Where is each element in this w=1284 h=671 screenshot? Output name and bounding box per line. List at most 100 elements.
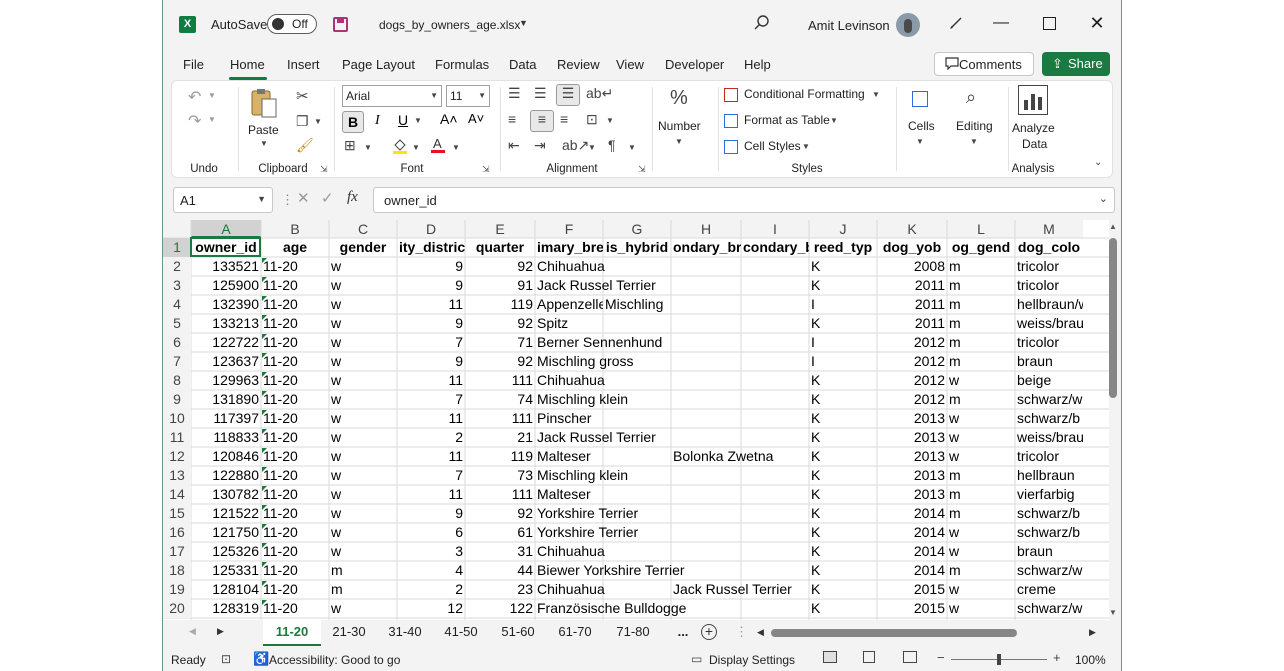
table-cell[interactable]: 119: [465, 295, 535, 314]
table-cell[interactable]: 92: [465, 504, 535, 523]
macro-record-icon[interactable]: ⊡: [221, 652, 231, 666]
table-cell[interactable]: K: [809, 599, 877, 618]
zoom-slider-thumb[interactable]: [997, 654, 1001, 665]
table-cell[interactable]: braun: [1015, 542, 1083, 561]
editing-search-icon[interactable]: ⌕: [966, 87, 976, 108]
table-cell[interactable]: 9: [397, 276, 465, 295]
sheet-tab-41-50[interactable]: 41-50: [435, 620, 487, 644]
decrease-font-icon[interactable]: A˅: [468, 111, 484, 126]
text-direction-dropdown-icon[interactable]: ▼: [628, 143, 636, 152]
row-header[interactable]: 8: [163, 371, 191, 390]
table-cell[interactable]: Chihuahua: [535, 371, 809, 390]
header-cell[interactable]: dog_yob: [877, 238, 947, 257]
table-cell[interactable]: w: [329, 257, 397, 276]
table-cell[interactable]: 11-20: [261, 371, 329, 390]
sheet-tab-71-80[interactable]: 71-80: [607, 620, 659, 644]
table-cell[interactable]: w: [329, 523, 397, 542]
sheet-tab-11-20[interactable]: 11-20: [263, 620, 321, 646]
table-cell[interactable]: creme: [1015, 580, 1083, 599]
underline-icon[interactable]: U: [398, 112, 408, 128]
cells-dropdown-icon[interactable]: ▼: [916, 137, 924, 146]
table-cell[interactable]: vierfarbig: [1015, 485, 1083, 504]
analyze-data-label-1[interactable]: Analyze: [1012, 121, 1055, 135]
minimize-icon[interactable]: —: [991, 14, 1011, 32]
row-header[interactable]: 10: [163, 409, 191, 428]
add-sheet-icon[interactable]: +: [701, 624, 717, 640]
table-cell[interactable]: w: [329, 333, 397, 352]
tab-review[interactable]: Review: [557, 57, 600, 72]
table-cell[interactable]: hellbraun/w: [1015, 295, 1083, 314]
row-header[interactable]: 13: [163, 466, 191, 485]
table-cell[interactable]: 121522: [191, 504, 261, 523]
sheet-tab-31-40[interactable]: 31-40: [379, 620, 431, 644]
font-color-dropdown-icon[interactable]: ▼: [452, 143, 460, 152]
table-cell[interactable]: 2015: [877, 580, 947, 599]
table-cell[interactable]: I: [809, 352, 877, 371]
row-header[interactable]: 11: [163, 428, 191, 447]
orientation-dropdown-icon[interactable]: ▼: [588, 143, 596, 152]
table-cell[interactable]: I: [809, 333, 877, 352]
table-cell[interactable]: 71: [465, 333, 535, 352]
search-icon[interactable]: [753, 14, 771, 37]
align-left-icon[interactable]: ≡: [508, 111, 516, 127]
merge-dropdown-icon[interactable]: ▼: [606, 116, 614, 125]
table-cell[interactable]: braun: [1015, 352, 1083, 371]
table-cell[interactable]: 11: [397, 485, 465, 504]
table-cell[interactable]: 133213: [191, 314, 261, 333]
tab-developer[interactable]: Developer: [665, 57, 724, 72]
tab-file[interactable]: File: [183, 57, 204, 72]
font-size-select[interactable]: 11 ▼: [446, 85, 490, 107]
table-cell[interactable]: m: [329, 580, 397, 599]
table-cell[interactable]: w: [329, 542, 397, 561]
zoom-in-icon[interactable]: +: [1053, 650, 1061, 665]
table-cell[interactable]: m: [947, 257, 1015, 276]
scroll-left-icon[interactable]: ◀: [757, 627, 764, 638]
table-cell[interactable]: Mischling klein: [535, 390, 809, 409]
accessibility-icon[interactable]: ♿: [253, 651, 269, 667]
table-cell[interactable]: 12: [397, 599, 465, 618]
table-cell[interactable]: K: [809, 466, 877, 485]
table-cell[interactable]: Jack Russel Terrier: [535, 428, 809, 447]
table-cell[interactable]: 7: [397, 390, 465, 409]
table-cell[interactable]: 11: [397, 371, 465, 390]
table-cell[interactable]: 2008: [877, 257, 947, 276]
undo-dropdown-icon[interactable]: ▼: [208, 91, 216, 100]
table-cell[interactable]: 128319: [191, 599, 261, 618]
row-header[interactable]: 9: [163, 390, 191, 409]
table-cell[interactable]: 11-20: [261, 390, 329, 409]
table-cell[interactable]: 11-20: [261, 447, 329, 466]
number-dropdown-icon[interactable]: ▼: [675, 137, 683, 146]
table-cell[interactable]: w: [329, 428, 397, 447]
align-bottom-icon[interactable]: ☰: [556, 84, 580, 106]
prev-sheet-icon[interactable]: ◀: [189, 626, 196, 637]
table-cell[interactable]: 11-20: [261, 409, 329, 428]
table-cell[interactable]: 9: [397, 352, 465, 371]
table-cell[interactable]: 123637: [191, 352, 261, 371]
borders-dropdown-icon[interactable]: ▼: [364, 143, 372, 152]
table-cell[interactable]: 2: [397, 580, 465, 599]
table-cell[interactable]: 11-20: [261, 428, 329, 447]
table-cell[interactable]: 2013: [877, 447, 947, 466]
table-cell[interactable]: 11: [397, 409, 465, 428]
table-cell[interactable]: Chihuahua: [535, 257, 809, 276]
table-cell[interactable]: 2013: [877, 485, 947, 504]
align-middle-icon[interactable]: ☰: [534, 85, 547, 102]
scroll-right-icon[interactable]: ▶: [1089, 627, 1096, 638]
fill-color-dropdown-icon[interactable]: ▼: [412, 143, 420, 152]
table-cell[interactable]: 125331: [191, 561, 261, 580]
table-cell[interactable]: 11-20: [261, 561, 329, 580]
table-cell[interactable]: 6: [397, 523, 465, 542]
vertical-scroll-thumb[interactable]: [1109, 238, 1117, 398]
table-cell[interactable]: Pinscher: [535, 409, 809, 428]
table-cell[interactable]: hellbraun: [1015, 466, 1083, 485]
table-cell[interactable]: 91: [465, 276, 535, 295]
paste-icon[interactable]: [250, 87, 278, 119]
table-cell[interactable]: K: [809, 485, 877, 504]
table-cell[interactable]: 11-20: [261, 257, 329, 276]
close-icon[interactable]: ✕: [1087, 13, 1107, 34]
table-cell[interactable]: Französische Bulldogge: [535, 599, 809, 618]
row-header[interactable]: 5: [163, 314, 191, 333]
table-cell[interactable]: w: [329, 352, 397, 371]
format-painter-icon[interactable]: 🖌: [296, 137, 314, 154]
table-cell[interactable]: 131890: [191, 390, 261, 409]
